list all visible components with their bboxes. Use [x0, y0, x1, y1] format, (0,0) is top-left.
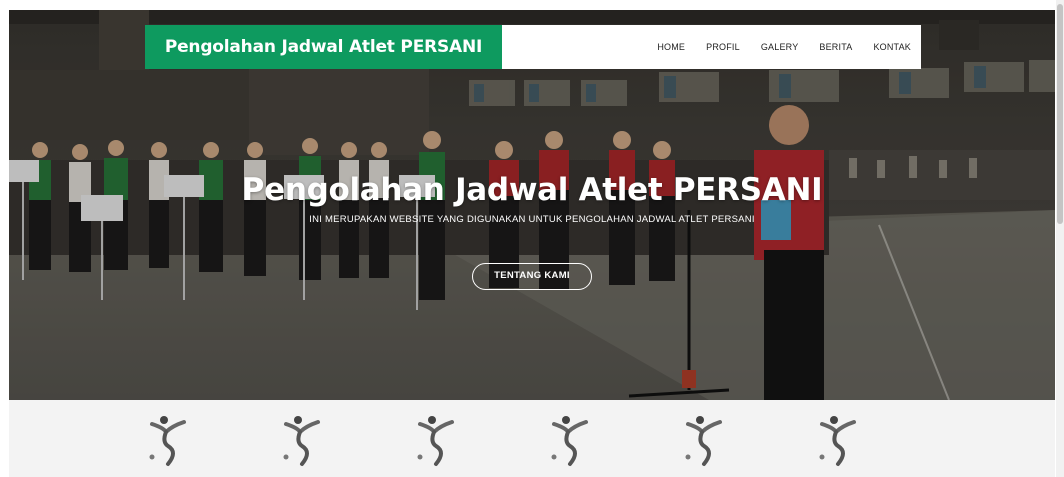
gymnast-icon [149, 416, 186, 466]
hero-subtitle: INI MERUPAKAN WEBSITE YANG DIGUNAKAN UNT… [309, 214, 755, 225]
page-scrollbar[interactable] [1056, 0, 1064, 477]
about-us-button[interactable]: TENTANG KAMI [472, 263, 592, 290]
gymnast-icon [417, 416, 454, 466]
nav-home-link[interactable]: HOME [657, 42, 685, 52]
nav-kontak-link[interactable]: KONTAK [873, 42, 911, 52]
hero-title: Pengolahan Jadwal Atlet PERSANI [241, 172, 823, 208]
site-brand[interactable]: Pengolahan Jadwal Atlet PERSANI [145, 25, 502, 69]
logo-strip [9, 400, 1055, 477]
nav-profil-link[interactable]: PROFIL [706, 42, 740, 52]
gymnast-icon [819, 416, 856, 466]
gymnast-icon [551, 416, 588, 466]
page: Pengolahan Jadwal Atlet PERSANI HOME PRO… [0, 0, 1064, 477]
scrollbar-thumb[interactable] [1057, 4, 1063, 224]
nav-berita-link[interactable]: BERITA [819, 42, 852, 52]
nav-galery-link[interactable]: GALERY [761, 42, 799, 52]
nav-menu: HOME PROFIL GALERY BERITA KONTAK [636, 25, 911, 69]
top-navbar: Pengolahan Jadwal Atlet PERSANI HOME PRO… [145, 25, 921, 69]
gymnast-icon [685, 416, 722, 466]
gymnast-icon [283, 416, 320, 466]
